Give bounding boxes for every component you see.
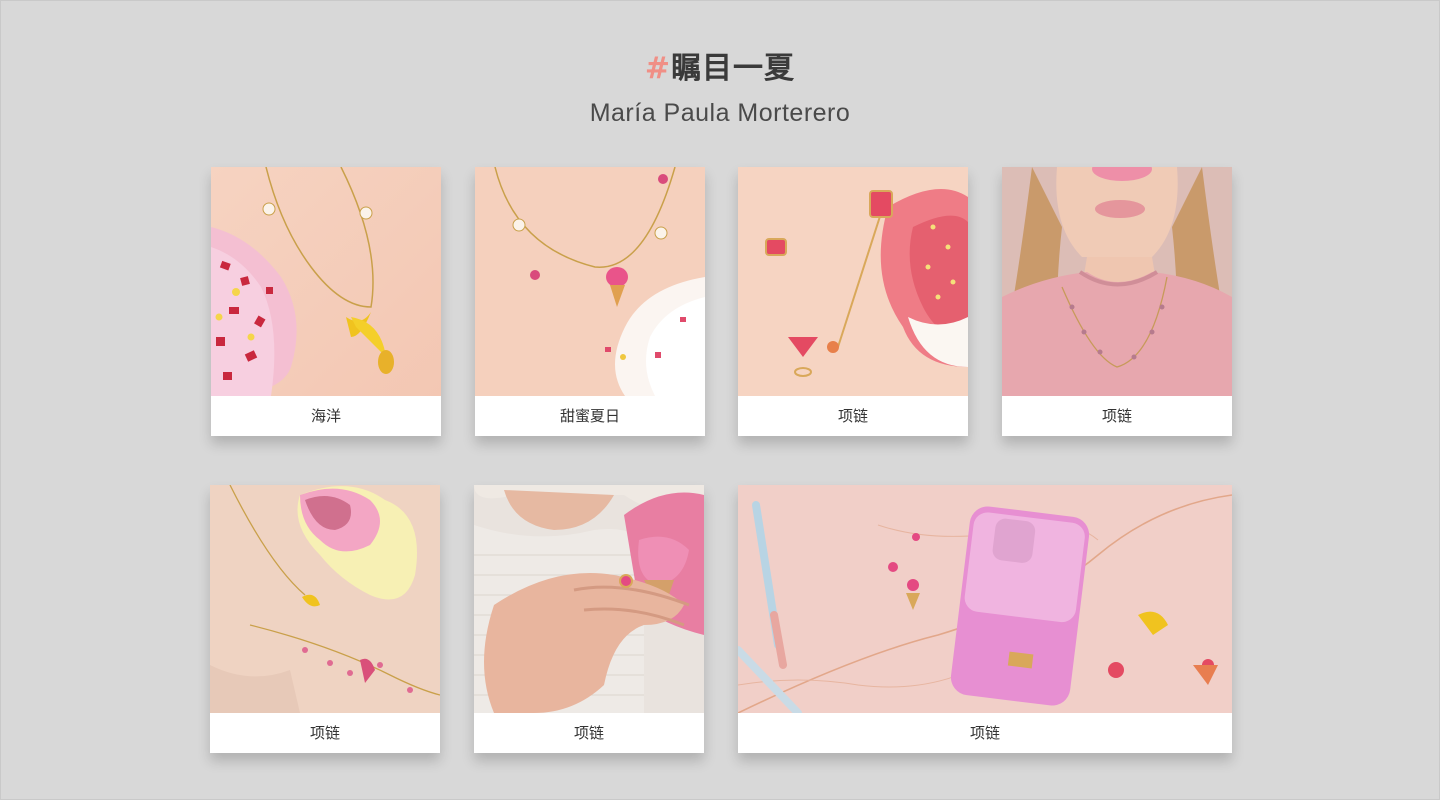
product-card[interactable]: 项链: [1002, 167, 1232, 436]
product-image[interactable]: [210, 485, 440, 713]
title-text: 瞩目一夏: [671, 51, 796, 86]
page: #瞩目一夏 María Paula Morterero 海洋 甜蜜夏日 项链 项…: [0, 0, 1440, 800]
card-label: 项链: [738, 713, 1232, 753]
product-card[interactable]: 海洋: [211, 167, 441, 436]
card-label: 项链: [474, 713, 704, 753]
product-image[interactable]: [738, 485, 1232, 713]
page-subtitle: María Paula Morterero: [589, 99, 851, 127]
product-card[interactable]: 项链: [738, 167, 968, 436]
card-label: 项链: [1002, 396, 1232, 436]
product-card[interactable]: 项链: [474, 485, 704, 753]
product-card[interactable]: 甜蜜夏日: [475, 167, 705, 436]
page-title: #瞩目一夏: [1, 49, 1439, 89]
card-label: 海洋: [211, 396, 441, 436]
card-label: 项链: [210, 713, 440, 753]
product-image[interactable]: [474, 485, 704, 713]
card-label: 甜蜜夏日: [475, 396, 705, 436]
product-image[interactable]: [211, 167, 441, 396]
product-card[interactable]: 项链: [210, 485, 440, 753]
hash-symbol: #: [644, 51, 672, 86]
product-image[interactable]: [738, 167, 968, 396]
product-card[interactable]: 项链: [738, 485, 1232, 753]
card-label: 项链: [738, 396, 968, 436]
product-image[interactable]: [475, 167, 705, 396]
page-header: #瞩目一夏 María Paula Morterero: [1, 49, 1439, 128]
product-image[interactable]: [1002, 167, 1232, 396]
